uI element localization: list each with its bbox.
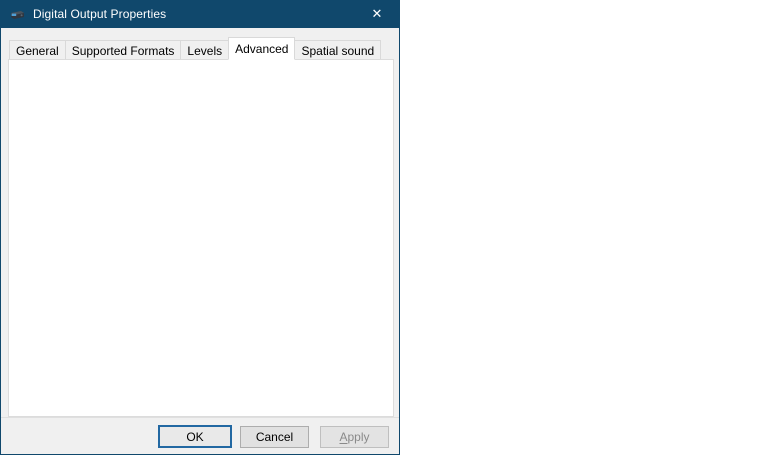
- apply-button-label: Apply: [339, 430, 370, 444]
- tab-strip: General Supported Formats Levels Advance…: [9, 37, 382, 60]
- tab-levels[interactable]: Levels: [180, 40, 230, 60]
- ok-button[interactable]: OK: [158, 425, 232, 448]
- close-button[interactable]: ✕: [355, 0, 399, 28]
- screen: Digital Output Properties ✕ General Supp…: [0, 0, 768, 455]
- ok-button-label: OK: [186, 429, 204, 444]
- window-title: Digital Output Properties: [33, 7, 167, 21]
- audio-device-icon: [11, 11, 24, 19]
- cancel-button-label: Cancel: [255, 430, 294, 444]
- close-icon: ✕: [371, 6, 383, 21]
- apply-button: Apply: [320, 426, 389, 448]
- tab-advanced[interactable]: Advanced: [228, 37, 296, 60]
- advanced-tab-page: [8, 59, 394, 417]
- tab-spatial-sound[interactable]: Spatial sound: [294, 40, 382, 60]
- digital-output-properties-dialog: Digital Output Properties ✕ General Supp…: [0, 0, 400, 455]
- cancel-button[interactable]: Cancel: [240, 426, 309, 448]
- dialog-footer: OK Cancel Apply: [1, 417, 399, 454]
- tab-supported-formats[interactable]: Supported Formats: [64, 40, 182, 60]
- tab-general[interactable]: General: [9, 40, 66, 60]
- titlebar[interactable]: Digital Output Properties ✕: [1, 0, 399, 28]
